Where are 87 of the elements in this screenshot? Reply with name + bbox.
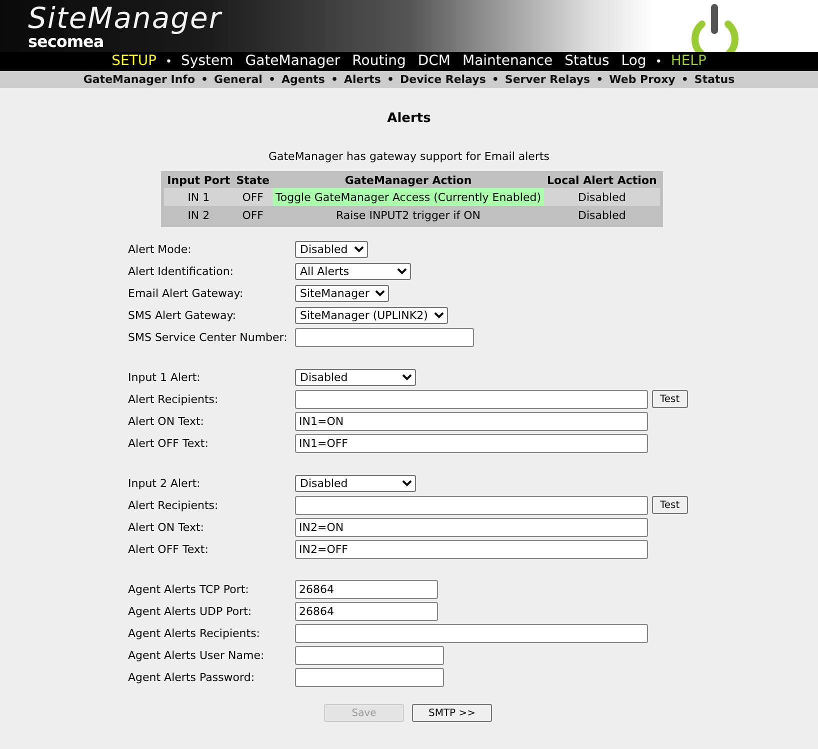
submenu-separator: • (490, 72, 500, 88)
menu-separator: • (164, 54, 174, 70)
submenu-separator: • (267, 72, 276, 88)
table-cell: OFF (233, 206, 273, 226)
submenu-item[interactable]: Alerts (340, 71, 385, 88)
input-field[interactable]: IN2=OFF (295, 540, 648, 558)
input-field[interactable]: IN1=OFF (295, 434, 648, 452)
table-cell: Raise INPUT2 trigger if ON (272, 206, 544, 226)
field-label: Alert Recipients: (128, 498, 220, 512)
field-label: Agent Alerts UDP Port: (128, 604, 253, 618)
table-cell: Disabled (544, 206, 662, 226)
column-header: State (233, 172, 273, 188)
submenu-separator: • (386, 72, 396, 88)
menu-item[interactable]: Maintenance (456, 52, 559, 71)
table-cell: OFF (233, 188, 273, 206)
test-button[interactable]: Test (652, 496, 688, 514)
menu-item[interactable]: Routing (346, 52, 412, 71)
submenu-item[interactable]: Server Relays (500, 71, 594, 88)
input-field[interactable] (295, 328, 474, 346)
info-text: GateManager has gateway support for Email alerts (267, 150, 551, 164)
input-field[interactable] (295, 668, 444, 686)
menu-item[interactable]: GateManager (239, 52, 346, 71)
chevron-icon (375, 290, 386, 296)
input-field[interactable]: IN2=ON (295, 518, 648, 536)
input-field[interactable]: 26864 (295, 602, 438, 620)
table-cell: Toggle GateManager Access (Currently Enabled) (272, 188, 544, 206)
submenu-item[interactable]: Web Proxy (605, 71, 680, 88)
field-label: Input 2 Alert: (128, 476, 202, 490)
submenu-separator: • (330, 72, 339, 88)
field-label: Alert Identification: (128, 264, 235, 278)
table-cell: IN 1 (162, 188, 234, 206)
field-label: Input 1 Alert: (128, 370, 202, 384)
submenu-item[interactable]: Device Relays (396, 71, 490, 88)
field-label: Alert ON Text: (128, 414, 206, 428)
input-field[interactable] (295, 646, 444, 664)
input-field[interactable] (295, 624, 648, 642)
field-label: Alert Mode: (128, 242, 192, 256)
input-field[interactable]: 26864 (295, 580, 438, 598)
page-title: Alerts (386, 111, 432, 127)
submenu-separator: • (680, 72, 690, 88)
field-label: SMS Service Center Number: (128, 330, 288, 344)
action-button[interactable]: SMTP >> (412, 704, 492, 722)
submenu-item[interactable]: Agents (277, 71, 329, 88)
field-label: Alert Recipients: (128, 392, 220, 406)
dropdown[interactable]: Disabled (295, 474, 416, 492)
submenu-separator: • (200, 72, 210, 88)
submenu-separator: • (595, 72, 604, 88)
input-field[interactable] (295, 390, 648, 408)
column-header: GateManager Action (272, 172, 544, 188)
table-cell: Disabled (544, 188, 662, 206)
menu-item[interactable]: HELP (664, 52, 712, 71)
input-field[interactable]: IN1=ON (295, 412, 648, 430)
field-label: Alert OFF Text: (128, 436, 210, 450)
field-label: Alert ON Text: (128, 520, 206, 534)
chevron-icon (402, 480, 412, 486)
dropdown[interactable]: SiteManager (UPLINK2) (295, 306, 448, 324)
submenu-item[interactable]: GateManager Info (79, 71, 200, 88)
chevron-icon (354, 246, 364, 252)
field-label: Agent Alerts User Name: (128, 648, 266, 662)
chevron-icon (434, 312, 444, 318)
dropdown[interactable]: Disabled (295, 240, 368, 258)
dropdown[interactable]: SiteManager (295, 284, 390, 302)
field-label: Agent Alerts Password: (128, 670, 256, 684)
menu-item[interactable]: Status (558, 52, 616, 71)
dropdown[interactable]: Disabled (295, 368, 416, 386)
column-header: Local Alert Action (544, 172, 662, 188)
chevron-icon (402, 374, 412, 380)
field-label: SMS Alert Gateway: (128, 308, 238, 322)
submenu-item[interactable]: Status (690, 71, 739, 88)
field-label: Email Alert Gateway: (128, 286, 244, 300)
field-label: Agent Alerts Recipients: (128, 626, 262, 640)
site-title: SiteManager (28, 2, 222, 34)
input-field[interactable] (295, 496, 648, 514)
chevron-icon (397, 268, 407, 274)
dropdown[interactable]: All Alerts (295, 262, 411, 280)
submenu-item[interactable]: General (210, 71, 266, 88)
menu-item[interactable]: DCM (412, 52, 456, 71)
menu-item[interactable]: SETUP (106, 52, 163, 71)
menu-item[interactable]: Log (615, 52, 652, 71)
menu-item[interactable]: System (175, 52, 240, 71)
menu-separator: • (654, 54, 663, 70)
brand-logo: secomea (28, 34, 104, 50)
field-label: Alert OFF Text: (128, 542, 210, 556)
test-button[interactable]: Test (652, 390, 688, 408)
field-label: Agent Alerts TCP Port: (128, 582, 250, 596)
column-header: Input Port (162, 172, 234, 188)
table-cell: IN 2 (162, 206, 234, 226)
